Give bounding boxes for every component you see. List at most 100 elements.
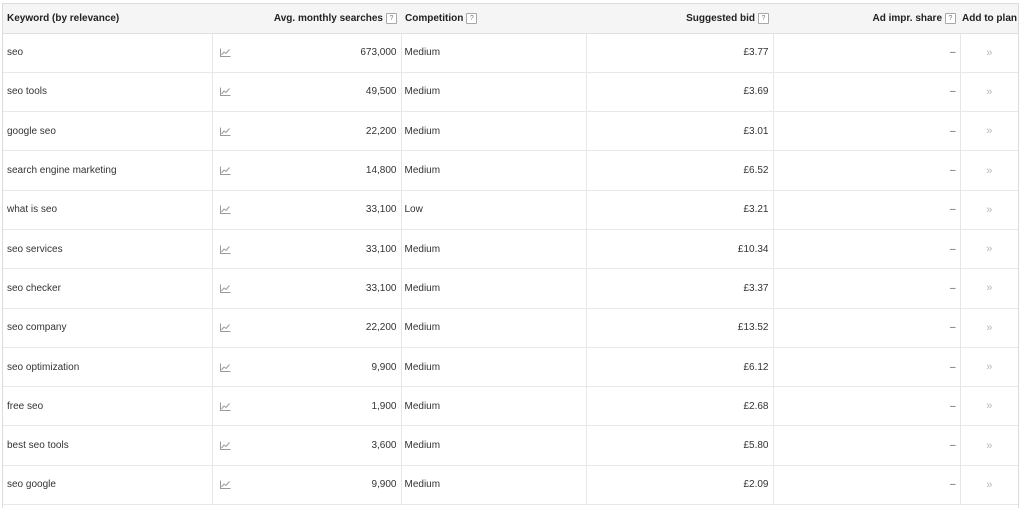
ad-impr-share-cell: – xyxy=(773,425,961,466)
trend-searches-cell: 14,800 xyxy=(212,150,402,191)
keyword-cell: seo xyxy=(3,33,213,73)
line-chart-icon[interactable] xyxy=(219,402,231,411)
line-chart-icon[interactable] xyxy=(219,48,231,58)
keyword-text: seo services xyxy=(7,243,63,255)
avg-monthly-searches-value: 9,900 xyxy=(371,361,397,373)
add-to-plan-button[interactable]: » xyxy=(960,111,1018,152)
competition-value: Medium xyxy=(404,243,441,255)
ad-impr-share-cell: – xyxy=(773,268,961,309)
line-chart-icon[interactable] xyxy=(219,87,231,97)
add-to-plan-button[interactable]: » xyxy=(960,229,1018,270)
line-chart-icon[interactable] xyxy=(219,323,231,333)
header-ad-impr-share[interactable]: Ad impr. share? xyxy=(773,4,960,34)
trend-searches-cell: 49,500 xyxy=(212,72,402,113)
suggested-bid-cell: £3.01 xyxy=(586,111,774,152)
keyword-cell: seo tools xyxy=(3,72,213,113)
help-icon[interactable]: ? xyxy=(758,12,769,24)
header-searches-label: Avg. monthly searches xyxy=(273,12,383,24)
add-to-plan-button[interactable]: » xyxy=(960,386,1018,427)
help-icon[interactable]: ? xyxy=(466,12,478,24)
trend-searches-cell: 22,200 xyxy=(212,111,402,152)
keyword-text: seo optimization xyxy=(7,361,80,373)
line-chart-icon[interactable] xyxy=(219,245,231,254)
ad-impr-share-value: – xyxy=(949,204,956,216)
keyword-cell: seo checker xyxy=(3,268,213,309)
keyword-cell: best seo tools xyxy=(3,425,213,466)
avg-monthly-searches-value: 1,900 xyxy=(371,400,397,412)
line-chart-icon[interactable] xyxy=(219,205,231,215)
table-row: seo services 33,100 Medium £10.34 – » xyxy=(3,229,1018,270)
add-to-plan-button[interactable]: » xyxy=(960,465,1018,506)
double-chevron-right-icon: » xyxy=(986,125,993,138)
help-icon[interactable]: ? xyxy=(945,12,956,24)
suggested-bid-cell: £5.80 xyxy=(586,425,774,466)
double-chevron-right-icon: » xyxy=(986,321,993,334)
competition-value: Medium xyxy=(404,361,441,373)
competition-cell: Medium xyxy=(401,111,587,152)
add-to-plan-button[interactable]: » xyxy=(960,425,1018,466)
help-icon[interactable]: ? xyxy=(386,12,397,24)
trend-searches-cell: 33,100 xyxy=(212,229,402,270)
header-avg-monthly-searches[interactable]: Avg. monthly searches? xyxy=(212,4,401,34)
trend-searches-cell: 22,200 xyxy=(212,308,402,348)
suggested-bid-cell: £13.52 xyxy=(586,308,774,348)
avg-monthly-searches-value: 22,200 xyxy=(365,322,397,334)
ad-impr-share-cell: – xyxy=(773,190,961,230)
suggested-bid-cell: £3.77 xyxy=(586,33,774,73)
competition-value: Medium xyxy=(404,322,441,334)
avg-monthly-searches-value: 33,100 xyxy=(365,204,397,216)
header-suggested-bid[interactable]: Suggested bid? xyxy=(586,4,773,34)
keyword-ideas-table: Keyword (by relevance) Avg. monthly sear… xyxy=(3,4,1018,506)
double-chevron-right-icon: » xyxy=(986,46,993,59)
line-chart-icon[interactable] xyxy=(219,363,231,372)
suggested-bid-cell: £2.68 xyxy=(586,386,774,427)
suggested-bid-cell: £6.12 xyxy=(586,347,774,388)
table-row: seo 673,000 Medium £3.77 – » xyxy=(3,33,1018,73)
line-chart-icon[interactable] xyxy=(219,480,231,490)
competition-cell: Medium xyxy=(401,386,587,427)
suggested-bid-value: £3.01 xyxy=(743,125,769,137)
double-chevron-right-icon: » xyxy=(986,164,993,177)
table-row: seo checker 33,100 Medium £3.37 – » xyxy=(3,268,1018,309)
add-to-plan-button[interactable]: » xyxy=(960,33,1018,73)
add-to-plan-button[interactable]: » xyxy=(960,268,1018,309)
add-to-plan-button[interactable]: » xyxy=(960,72,1018,113)
competition-value: Medium xyxy=(404,400,441,412)
suggested-bid-cell: £2.09 xyxy=(586,465,774,506)
ad-impr-share-cell: – xyxy=(773,465,961,506)
suggested-bid-cell: £6.52 xyxy=(586,150,774,191)
keyword-text: seo google xyxy=(7,479,56,491)
line-chart-icon[interactable] xyxy=(219,441,231,451)
add-to-plan-button[interactable]: » xyxy=(960,190,1018,230)
ad-impr-share-value: – xyxy=(949,361,956,373)
trend-searches-cell: 33,100 xyxy=(212,190,402,230)
line-chart-icon[interactable] xyxy=(219,166,231,176)
avg-monthly-searches-value: 33,100 xyxy=(365,282,397,294)
keyword-cell: google seo xyxy=(3,111,213,152)
avg-monthly-searches-value: 33,100 xyxy=(365,243,397,255)
ad-impr-share-value: – xyxy=(949,125,956,137)
add-to-plan-button[interactable]: » xyxy=(960,150,1018,191)
suggested-bid-value: £3.77 xyxy=(743,47,769,59)
keyword-cell: what is seo xyxy=(3,190,213,230)
ad-impr-share-value: – xyxy=(949,243,956,255)
header-competition-label: Competition xyxy=(405,12,464,24)
line-chart-icon[interactable] xyxy=(219,127,231,136)
competition-value: Low xyxy=(404,204,423,216)
add-to-plan-button[interactable]: » xyxy=(960,347,1018,388)
keyword-text: search engine marketing xyxy=(7,165,117,177)
ad-impr-share-value: – xyxy=(949,165,956,177)
table-header-row: Keyword (by relevance) Avg. monthly sear… xyxy=(3,4,1018,34)
ad-impr-share-cell: – xyxy=(773,347,961,388)
suggested-bid-value: £10.34 xyxy=(737,243,769,255)
table-row: best seo tools 3,600 Medium £5.80 – » xyxy=(3,425,1018,466)
keyword-cell: free seo xyxy=(3,386,213,427)
add-to-plan-button[interactable]: » xyxy=(960,308,1018,348)
line-chart-icon[interactable] xyxy=(219,284,231,293)
header-competition[interactable]: Competition? xyxy=(401,4,586,34)
ad-impr-share-value: – xyxy=(949,479,956,491)
header-keyword[interactable]: Keyword (by relevance) xyxy=(3,4,212,34)
competition-cell: Medium xyxy=(401,33,587,73)
competition-cell: Medium xyxy=(401,268,587,309)
ad-impr-share-value: – xyxy=(949,400,956,412)
